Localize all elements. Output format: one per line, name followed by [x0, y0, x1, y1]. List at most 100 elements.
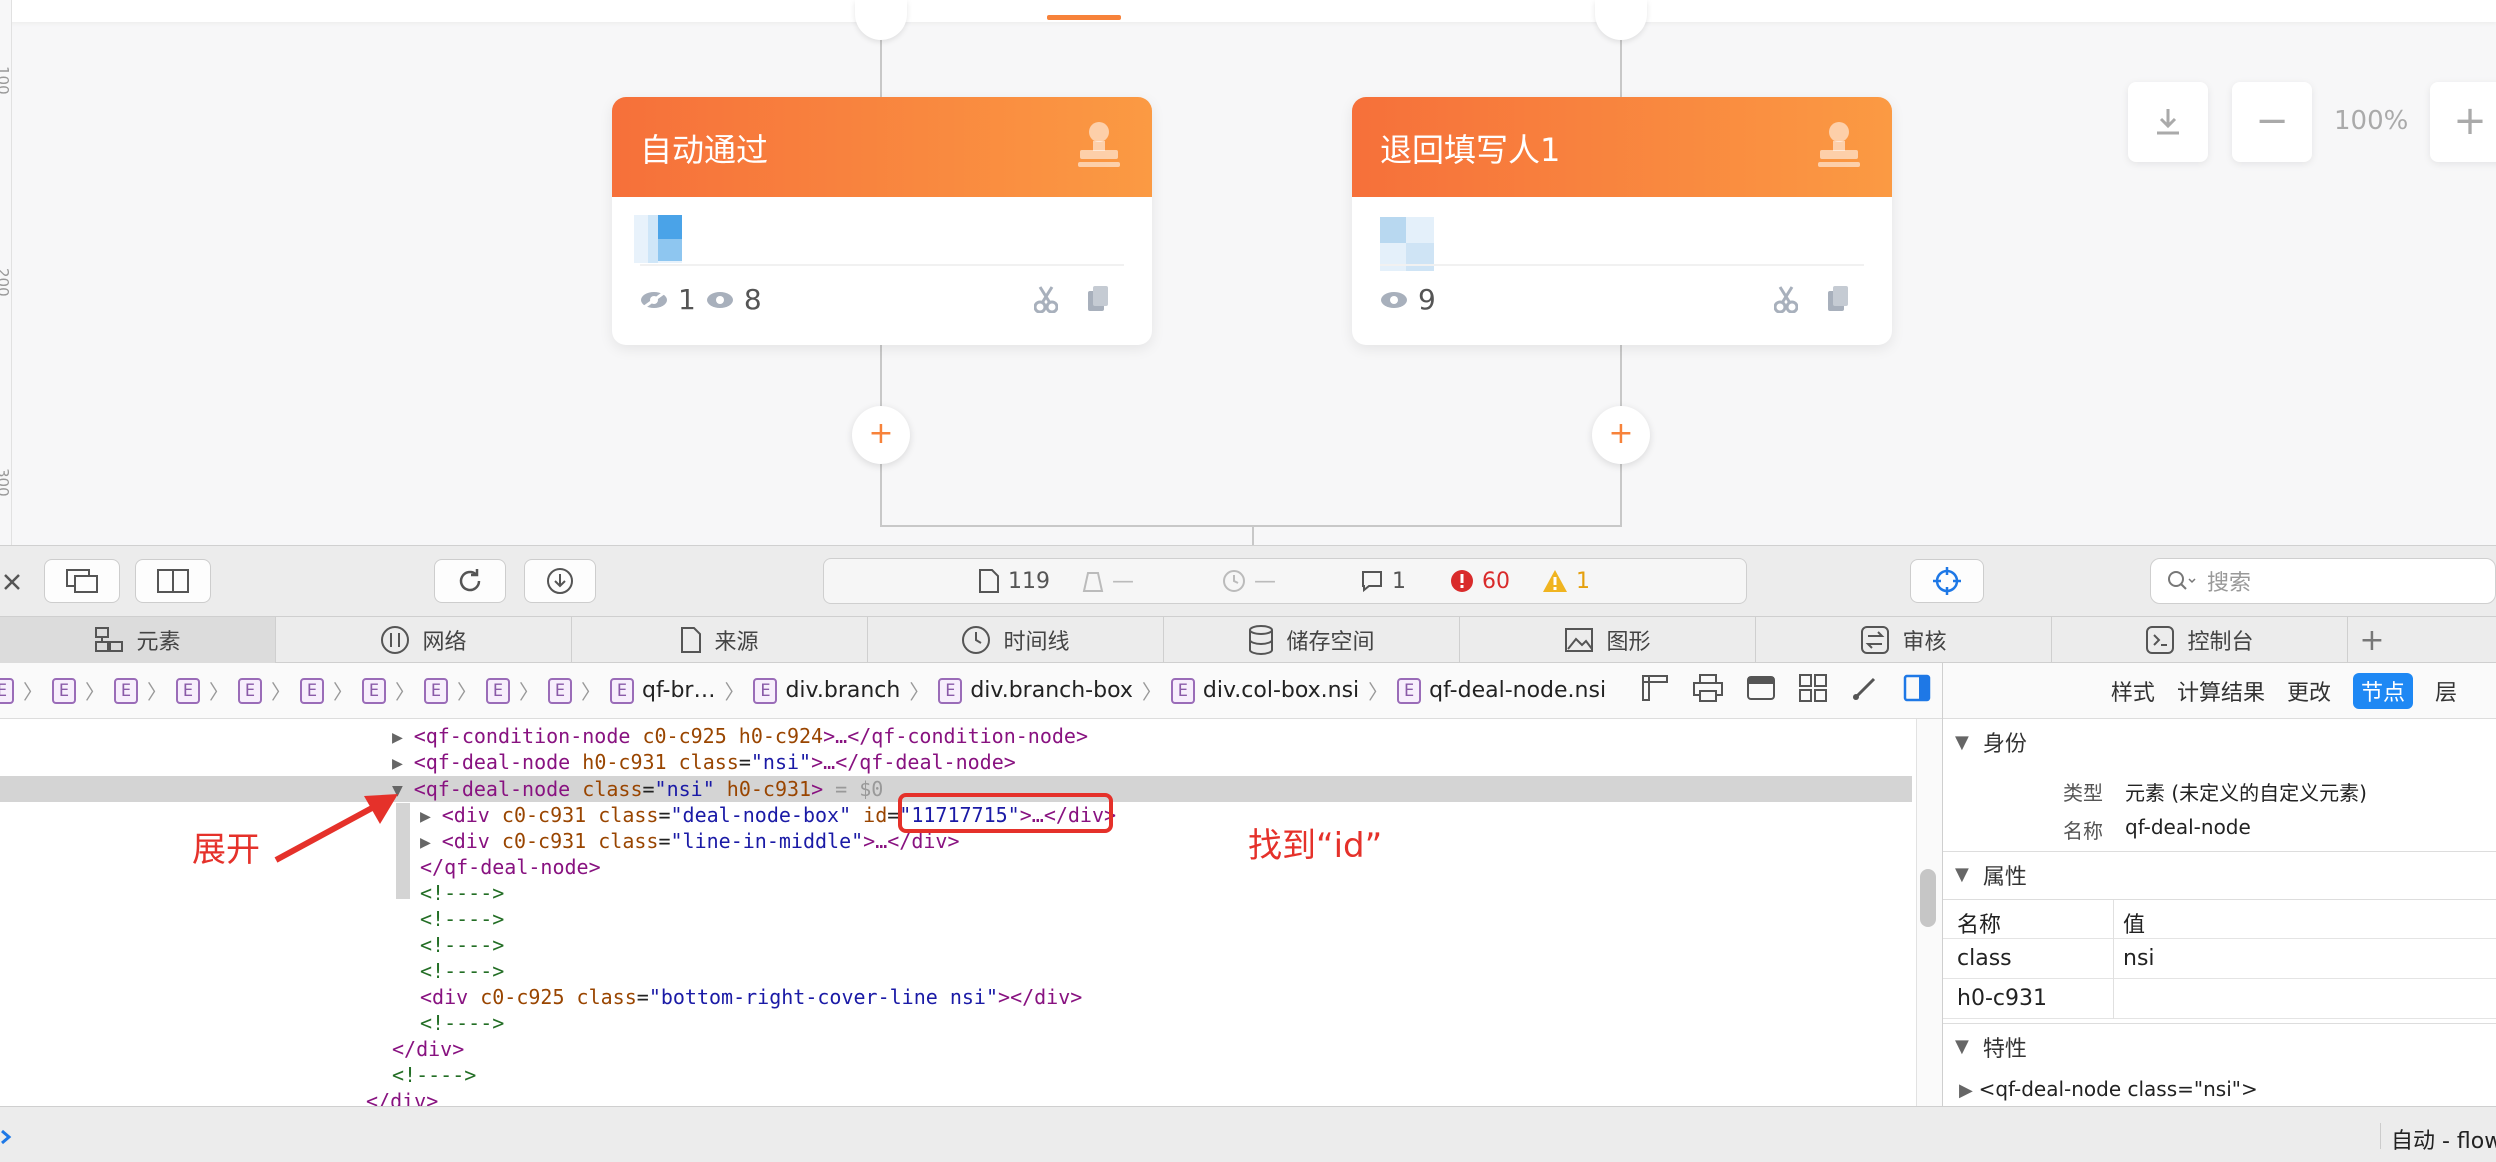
layout-icon[interactable] — [1746, 673, 1776, 703]
copy-icon[interactable] — [1826, 285, 1850, 313]
paintbrush-icon[interactable] — [1850, 673, 1880, 703]
execution-context[interactable]: 自动 - flow — [2380, 1123, 2496, 1154]
tab-elements[interactable]: 元素 — [0, 617, 276, 663]
dom-node-row[interactable]: <div c0-c925 class="bottom-right-cover-l… — [420, 984, 1082, 1010]
element-badge[interactable]: E — [238, 677, 262, 704]
element-badge[interactable]: E — [300, 677, 324, 704]
section-attributes[interactable]: ▼ 属性 — [1943, 851, 2496, 897]
dom-comment-row[interactable]: <!----> — [392, 1062, 476, 1088]
detach-button[interactable] — [44, 559, 120, 603]
attribute-name: class — [1957, 946, 2012, 971]
messages-status[interactable]: 1 — [1360, 569, 1406, 594]
dom-node-row[interactable]: </qf-deal-node> — [420, 854, 601, 880]
ruler-icon[interactable] — [1640, 673, 1670, 703]
breadcrumb-item[interactable]: Eqf-deal-node.nsi — [1397, 677, 1606, 704]
dom-comment-row[interactable]: <!----> — [420, 958, 504, 984]
tab-styles[interactable]: 样式 — [2111, 675, 2155, 707]
dom-node-row[interactable]: </div> — [392, 1036, 464, 1062]
breadcrumb-item[interactable]: Eqf-br… — [610, 677, 715, 704]
dom-comment-row[interactable]: <!----> — [420, 932, 504, 958]
zoom-out-button[interactable]: − — [2232, 82, 2312, 162]
add-node-button[interactable]: + — [1592, 406, 1650, 464]
resources-status[interactable]: 119 — [978, 568, 1050, 594]
inspect-target-button[interactable] — [1910, 559, 1984, 603]
dom-node-row[interactable]: ▶ <div c0-c931 class="line-in-middle">…<… — [420, 828, 960, 854]
element-badge[interactable]: E — [52, 677, 76, 704]
section-title: 特性 — [1982, 1036, 2027, 1062]
errors-status[interactable]: 60 — [1450, 569, 1510, 594]
grid-icon[interactable] — [1798, 673, 1828, 703]
tab-audit[interactable]: 审核 — [1756, 617, 2052, 663]
warning-icon — [1543, 570, 1567, 592]
time-status: — — [1222, 569, 1276, 594]
dock-side-button[interactable] — [135, 559, 211, 603]
section-properties[interactable]: ▼ 特性 — [1943, 1023, 2496, 1069]
tab-label: 储存空间 — [1286, 630, 1375, 655]
zoom-in-button[interactable]: + — [2430, 82, 2496, 162]
breadcrumb-item[interactable]: Ediv.branch-box — [938, 677, 1133, 704]
attribute-value[interactable]: nsi — [2123, 946, 2155, 971]
tab-timeline[interactable]: 时间线 — [868, 617, 1164, 663]
breadcrumb-item[interactable]: Ediv.col-box.nsi — [1170, 677, 1359, 704]
tab-network[interactable]: 网络 — [276, 617, 572, 663]
section-identity[interactable]: ▼ 身份 — [1943, 719, 2496, 765]
sidebar-toggle-icon[interactable] — [1902, 673, 1932, 703]
tab-changes[interactable]: 更改 — [2287, 675, 2331, 707]
console-icon — [2146, 626, 2175, 654]
node-thumbnail-icon — [1380, 217, 1434, 271]
attribute-row[interactable]: h0-c931 — [1943, 979, 2496, 1019]
vertical-ruler: 100 200 300 — [0, 0, 12, 545]
tab-storage[interactable]: 储存空间 — [1164, 617, 1460, 663]
scissors-icon[interactable] — [1774, 285, 1798, 313]
flow-canvas[interactable]: 100 200 300 自动通过 1 8 退回填写人1 9 + + − 100%… — [0, 0, 2496, 545]
element-badge[interactable]: E — [362, 677, 386, 704]
breadcrumb-item[interactable]: Ediv.branch — [753, 677, 900, 704]
property-row[interactable]: ▶ <qf-deal-node class="nsi"> — [1959, 1077, 2258, 1101]
copy-icon[interactable] — [1086, 285, 1110, 313]
dom-node-row[interactable]: ▶ <qf-condition-node c0-c925 h0-c924>…</… — [392, 723, 1088, 749]
warnings-status[interactable]: 1 — [1542, 569, 1590, 594]
dom-node-row[interactable]: ▶ <qf-deal-node h0-c931 class="nsi">…</q… — [392, 749, 1016, 775]
tab-node[interactable]: 节点 — [2352, 672, 2413, 709]
download-archive-button[interactable] — [524, 559, 596, 603]
disclosure-triangle-icon[interactable]: ▶ — [392, 753, 414, 774]
dom-comment-row[interactable]: <!----> — [420, 906, 504, 932]
disclosure-triangle-icon: ▼ — [1955, 864, 1969, 885]
disclosure-triangle-icon[interactable]: ▶ — [420, 832, 442, 853]
search-field[interactable]: 搜索 — [2150, 558, 2496, 604]
sources-icon — [681, 627, 702, 653]
tab-computed[interactable]: 计算结果 — [2177, 675, 2265, 707]
tab-layers[interactable]: 层 — [2435, 675, 2457, 707]
element-badge[interactable]: E — [114, 677, 138, 704]
print-icon[interactable] — [1692, 673, 1724, 703]
close-icon[interactable] — [2, 572, 22, 592]
hidden-count: 1 — [678, 283, 696, 316]
deal-node-card[interactable]: 退回填写人1 9 — [1352, 97, 1892, 345]
tab-sources[interactable]: 来源 — [572, 617, 868, 663]
add-tab-button[interactable]: + — [2348, 617, 2396, 663]
attribute-row[interactable]: class nsi — [1943, 939, 2496, 979]
reload-button[interactable] — [434, 559, 506, 603]
element-badge[interactable]: E — [0, 677, 14, 704]
scissors-icon[interactable] — [1034, 285, 1058, 313]
console-prompt-bar[interactable]: 自动 - flow — [0, 1106, 2496, 1162]
scrollbar-thumb[interactable] — [1920, 869, 1936, 927]
disclosure-triangle-icon[interactable]: ▶ — [420, 806, 442, 827]
dom-breadcrumb: E〉 E〉 E〉 E〉 E〉 E〉 E〉 E〉 E〉 E〉 Eqf-br…〉 E… — [0, 663, 1942, 719]
dom-comment-row[interactable]: <!----> — [420, 880, 504, 906]
element-badge[interactable]: E — [486, 677, 510, 704]
element-badge[interactable]: E — [548, 677, 572, 704]
eye-icon — [706, 291, 733, 308]
tab-console[interactable]: 控制台 — [2052, 617, 2348, 663]
dom-node-row[interactable]: </div> — [366, 1088, 438, 1106]
add-node-button[interactable]: + — [852, 406, 910, 464]
tab-graphics[interactable]: 图形 — [1460, 617, 1756, 663]
download-button[interactable] — [2128, 82, 2208, 162]
disclosure-triangle-icon[interactable]: ▶ — [392, 727, 414, 748]
dom-comment-row[interactable]: <!----> — [420, 1010, 504, 1036]
element-badge[interactable]: E — [424, 677, 448, 704]
dom-tree[interactable]: ▶ <qf-condition-node c0-c925 h0-c924>…</… — [0, 719, 1942, 1106]
deal-node-card[interactable]: 自动通过 1 8 — [612, 97, 1152, 345]
dom-node-row-selected[interactable]: ▼ <qf-deal-node class="nsi" h0-c931> = $… — [392, 776, 883, 802]
element-badge[interactable]: E — [176, 677, 200, 704]
